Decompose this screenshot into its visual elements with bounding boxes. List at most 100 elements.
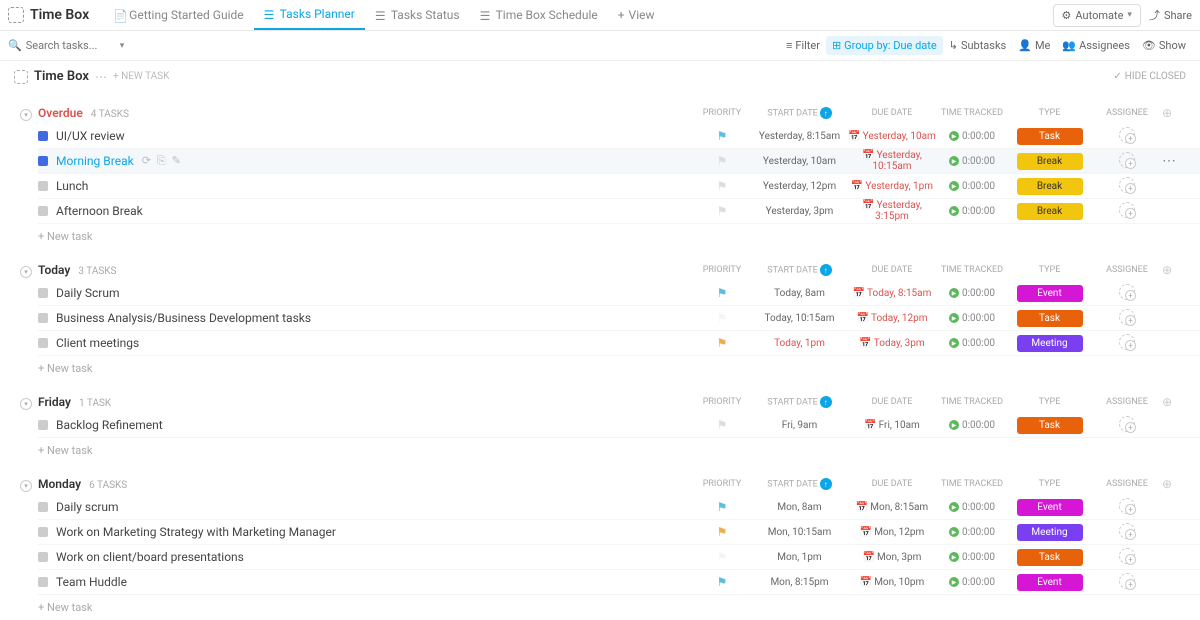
edit-icon[interactable]: ✎ xyxy=(172,154,181,168)
assignee-add[interactable] xyxy=(1119,309,1135,325)
col-start-date[interactable]: START DATE↑ xyxy=(752,264,847,276)
col-type[interactable]: TYPE xyxy=(1007,108,1092,118)
task-row[interactable]: Afternoon Break ⚑ Yesterday, 3pm 📅Yester… xyxy=(38,199,1200,224)
time-tracked[interactable]: ▶0:00:00 xyxy=(937,313,1007,324)
status-square[interactable] xyxy=(38,313,48,323)
new-task-button[interactable]: + New task xyxy=(38,356,1200,381)
col-type[interactable]: TYPE xyxy=(1007,397,1092,407)
row-more[interactable]: ⋯ xyxy=(1162,153,1186,169)
new-task-button[interactable]: + New task xyxy=(38,595,1200,620)
filter-button[interactable]: ≡Filter xyxy=(780,36,826,55)
col-type[interactable]: TYPE xyxy=(1007,265,1092,275)
collapse-icon[interactable]: ▾ xyxy=(20,398,32,410)
subtasks-button[interactable]: ↳Subtasks xyxy=(943,36,1013,55)
assignee-add[interactable] xyxy=(1119,127,1135,143)
collapse-icon[interactable]: ▾ xyxy=(20,266,32,278)
due-date[interactable]: Today, 8:15am xyxy=(867,288,931,299)
status-square[interactable] xyxy=(38,156,48,166)
time-tracked[interactable]: ▶0:00:00 xyxy=(937,527,1007,538)
type-pill[interactable]: Task xyxy=(1017,128,1083,145)
due-date[interactable]: Yesterday, 10:15am xyxy=(872,150,921,172)
add-column-button[interactable]: ⊕ xyxy=(1162,106,1186,120)
group-name[interactable]: Overdue xyxy=(38,106,83,120)
type-pill[interactable]: Break xyxy=(1017,203,1083,220)
start-date[interactable]: Today, 1pm xyxy=(774,338,825,349)
play-icon[interactable]: ▶ xyxy=(949,577,959,587)
col-assignee[interactable]: ASSIGNEE xyxy=(1092,265,1162,275)
task-row[interactable]: Morning Break⟳⎘✎ ⚑ Yesterday, 10am 📅Yest… xyxy=(38,149,1200,174)
assignee-add[interactable] xyxy=(1119,573,1135,589)
play-icon[interactable]: ▶ xyxy=(949,181,959,191)
task-row[interactable]: Work on client/board presentations ⚑ Mon… xyxy=(38,545,1200,570)
due-date[interactable]: Yesterday, 10am xyxy=(863,131,936,142)
collapse-icon[interactable]: ▾ xyxy=(20,480,32,492)
tab-time-box-schedule[interactable]: ☰Time Box Schedule xyxy=(470,0,608,30)
flag-icon[interactable]: ⚑ xyxy=(717,418,728,432)
group-by-button[interactable]: ⊞Group by: Due date xyxy=(826,36,943,55)
me-button[interactable]: 👤Me xyxy=(1012,36,1056,55)
assignees-button[interactable]: 👥Assignees xyxy=(1056,36,1136,55)
status-square[interactable] xyxy=(38,502,48,512)
type-pill[interactable]: Meeting xyxy=(1017,335,1083,352)
due-date[interactable]: Yesterday, 1pm xyxy=(865,181,933,192)
due-date[interactable]: Mon, 8:15am xyxy=(870,502,928,513)
task-row[interactable]: Daily Scrum ⚑ Today, 8am 📅Today, 8:15am … xyxy=(38,281,1200,306)
due-date[interactable]: Today, 12pm xyxy=(871,313,927,324)
time-tracked[interactable]: ▶0:00:00 xyxy=(937,131,1007,142)
start-date[interactable]: Mon, 1pm xyxy=(777,552,821,563)
task-row[interactable]: Work on Marketing Strategy with Marketin… xyxy=(38,520,1200,545)
play-icon[interactable]: ▶ xyxy=(949,552,959,562)
play-icon[interactable]: ▶ xyxy=(949,156,959,166)
flag-icon[interactable]: ⚑ xyxy=(717,179,728,193)
col-start-date[interactable]: START DATE↑ xyxy=(752,396,847,408)
group-name[interactable]: Monday xyxy=(38,477,81,491)
new-task-button[interactable]: + New task xyxy=(38,438,1200,463)
status-square[interactable] xyxy=(38,288,48,298)
task-row[interactable]: Client meetings ⚑ Today, 1pm 📅Today, 3pm… xyxy=(38,331,1200,356)
assignee-add[interactable] xyxy=(1119,523,1135,539)
type-pill[interactable]: Break xyxy=(1017,178,1083,195)
task-row[interactable]: Lunch ⚑ Yesterday, 12pm 📅Yesterday, 1pm … xyxy=(38,174,1200,199)
task-row[interactable]: Daily scrum ⚑ Mon, 8am 📅Mon, 8:15am ▶0:0… xyxy=(38,495,1200,520)
task-row[interactable]: Team Huddle ⚑ Mon, 8:15pm 📅Mon, 10pm ▶0:… xyxy=(38,570,1200,595)
group-name[interactable]: Friday xyxy=(38,395,71,409)
tab-add-view[interactable]: +View xyxy=(608,0,665,30)
col-due-date[interactable]: DUE DATE xyxy=(847,479,937,489)
new-task-button[interactable]: + New task xyxy=(38,224,1200,249)
time-tracked[interactable]: ▶0:00:00 xyxy=(937,338,1007,349)
col-assignee[interactable]: ASSIGNEE xyxy=(1092,397,1162,407)
add-column-button[interactable]: ⊕ xyxy=(1162,477,1186,491)
status-square[interactable] xyxy=(38,206,48,216)
flag-icon[interactable]: ⚑ xyxy=(717,286,728,300)
play-icon[interactable]: ▶ xyxy=(949,313,959,323)
tab-getting-started[interactable]: 📄Getting Started Guide xyxy=(103,0,253,30)
start-date[interactable]: Mon, 10:15am xyxy=(768,527,832,538)
status-square[interactable] xyxy=(38,131,48,141)
status-square[interactable] xyxy=(38,527,48,537)
play-icon[interactable]: ▶ xyxy=(949,502,959,512)
play-icon[interactable]: ▶ xyxy=(949,420,959,430)
col-time-tracked[interactable]: TIME TRACKED xyxy=(937,479,1007,489)
time-tracked[interactable]: ▶0:00:00 xyxy=(937,156,1007,167)
assignee-add[interactable] xyxy=(1119,152,1135,168)
col-priority[interactable]: PRIORITY xyxy=(692,397,752,407)
start-date[interactable]: Yesterday, 8:15am xyxy=(759,131,840,142)
play-icon[interactable]: ▶ xyxy=(949,338,959,348)
assignee-add[interactable] xyxy=(1119,416,1135,432)
show-button[interactable]: 👁Show xyxy=(1136,36,1192,55)
due-date[interactable]: Mon, 10pm xyxy=(874,577,924,588)
status-square[interactable] xyxy=(38,552,48,562)
flag-icon[interactable]: ⚑ xyxy=(717,311,728,325)
assignee-add[interactable] xyxy=(1119,202,1135,218)
group-name[interactable]: Today xyxy=(38,263,70,277)
chevron-down-icon[interactable]: ▾ xyxy=(120,41,125,51)
recurring-icon[interactable]: ⟳ xyxy=(142,154,151,168)
col-time-tracked[interactable]: TIME TRACKED xyxy=(937,108,1007,118)
flag-icon[interactable]: ⚑ xyxy=(717,550,728,564)
col-start-date[interactable]: START DATE↑ xyxy=(752,478,847,490)
assignee-add[interactable] xyxy=(1119,177,1135,193)
status-square[interactable] xyxy=(38,181,48,191)
type-pill[interactable]: Event xyxy=(1017,574,1083,591)
col-priority[interactable]: PRIORITY xyxy=(692,265,752,275)
flag-icon[interactable]: ⚑ xyxy=(717,500,728,514)
